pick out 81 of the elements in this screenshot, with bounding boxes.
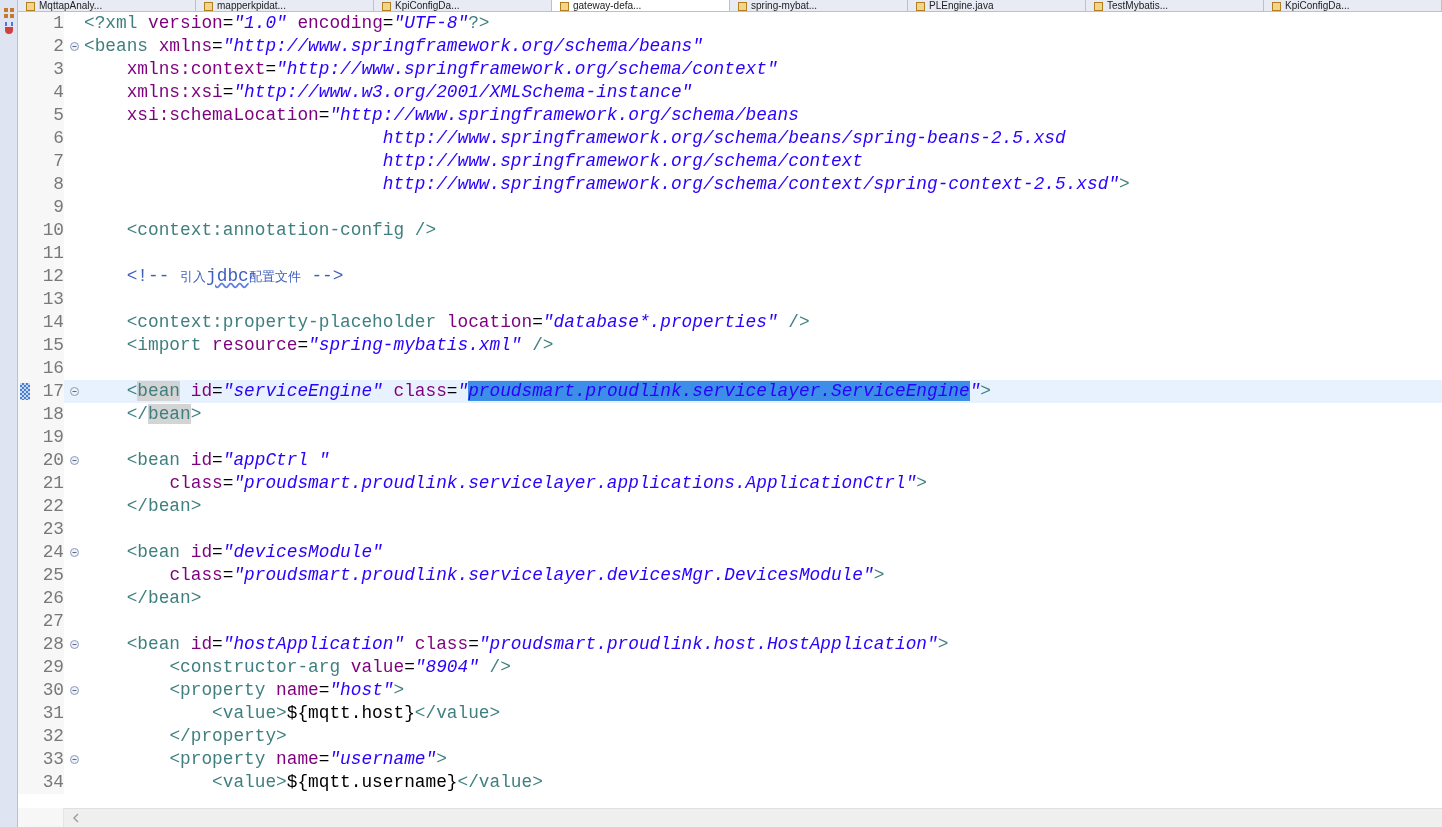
line-number: 14 xyxy=(42,311,64,334)
line-number: 29 xyxy=(42,656,64,679)
file-icon xyxy=(26,1,35,11)
line-number: 20 xyxy=(42,449,64,472)
file-icon xyxy=(204,1,213,11)
line-number: 32 xyxy=(42,725,64,748)
line-number: 27 xyxy=(42,610,64,633)
line-number: 18 xyxy=(42,403,64,426)
code-line: <context:property-placeholder location="database*.properties" /> xyxy=(125,311,810,334)
collapse-icon[interactable] xyxy=(69,456,79,465)
line-number: 16 xyxy=(42,357,64,380)
collapse-icon[interactable] xyxy=(69,640,79,649)
code-line: <!-- 引入jdbc配置文件 --> xyxy=(125,265,344,288)
line-number: 12 xyxy=(42,265,64,288)
code-line: </bean> xyxy=(125,403,202,426)
line-number: 21 xyxy=(42,472,64,495)
line-number: 19 xyxy=(42,426,64,449)
collapse-icon[interactable] xyxy=(69,755,79,764)
line-number: 22 xyxy=(42,495,64,518)
line-number: 31 xyxy=(42,702,64,725)
code-line: <bean id="hostApplication" class="proudsmart.proudlink.host.HostApplication"> xyxy=(125,633,949,656)
line-number: 11 xyxy=(42,242,64,265)
line-number: 24 xyxy=(42,541,64,564)
code-line: xmlns:xsi="http://www.w3.org/2001/XMLSchema-instance" xyxy=(125,81,693,104)
line-number: 7 xyxy=(53,150,64,173)
code-line: </bean> xyxy=(125,495,202,518)
collapse-icon[interactable] xyxy=(69,387,79,396)
line-number: 33 xyxy=(42,748,64,771)
code-line: <property name="host"> xyxy=(168,679,405,702)
line-number: 26 xyxy=(42,587,64,610)
line-number: 15 xyxy=(42,334,64,357)
line-number: 2 xyxy=(53,35,64,58)
code-line: <bean id="devicesModule" xyxy=(125,541,383,564)
file-icon xyxy=(1094,1,1103,11)
bookmark-marker[interactable] xyxy=(20,383,30,400)
collapse-icon[interactable] xyxy=(69,548,79,557)
line-number: 17 xyxy=(42,380,64,403)
code-line: <?xml version="1.0" encoding="UTF-8"?> xyxy=(84,12,490,35)
file-icon xyxy=(738,1,747,11)
collapse-icon[interactable] xyxy=(69,686,79,695)
line-number: 10 xyxy=(42,219,64,242)
code-line: class="proudsmart.proudlink.servicelayer.devicesMgr.DevicesModule"> xyxy=(168,564,885,587)
line-number: 30 xyxy=(42,679,64,702)
code-line: xsi:schemaLocation="http://www.springframework.org/schema/beans xyxy=(125,104,799,127)
plug-icon[interactable] xyxy=(3,22,14,34)
file-icon xyxy=(560,1,569,11)
file-icon xyxy=(916,1,925,11)
line-number: 13 xyxy=(42,288,64,311)
code-line: </bean> xyxy=(125,587,202,610)
editor-tab[interactable]: gateway-defa... xyxy=(552,0,730,11)
code-line: xmlns:context="http://www.springframework.org/schema/context" xyxy=(125,58,778,81)
grid-icon[interactable] xyxy=(3,8,14,18)
code-line: <value>${mqtt.host}</value> xyxy=(211,702,501,725)
code-line: http://www.springframework.org/schema/beans/spring-beans-2.5.xsd xyxy=(381,127,1066,150)
horizontal-scrollbar[interactable] xyxy=(64,808,1442,827)
line-number: 8 xyxy=(53,173,64,196)
code-line: <import resource="spring-mybatis.xml" /> xyxy=(125,334,554,357)
line-number: 9 xyxy=(53,196,64,219)
line-number: 23 xyxy=(42,518,64,541)
code-line: class="proudsmart.proudlink.servicelayer.applications.ApplicationCtrl"> xyxy=(168,472,927,495)
code-line: <value>${mqtt.username}</value> xyxy=(211,771,543,794)
code-line: <property name="username"> xyxy=(168,748,447,771)
collapse-icon[interactable] xyxy=(69,42,79,51)
line-number: 5 xyxy=(53,104,64,127)
code-line: <bean id="appCtrl " xyxy=(125,449,330,472)
line-number: 6 xyxy=(53,127,64,150)
file-icon xyxy=(382,1,391,11)
code-line: <constructor-arg value="8904" /> xyxy=(168,656,511,679)
code-line: <bean id="serviceEngine" class="proudsmart.proudlink.servicelayer.ServiceEngine"> xyxy=(125,380,992,403)
line-number: 25 xyxy=(42,564,64,587)
code-line: </property> xyxy=(168,725,287,748)
code-line: <context:annotation-config /> xyxy=(125,219,437,242)
code-line: http://www.springframework.org/schema/context xyxy=(381,150,863,173)
code-line: <beans xmlns="http://www.springframework.org/schema/beans" xyxy=(84,35,703,58)
line-number: 3 xyxy=(53,58,64,81)
line-number: 34 xyxy=(42,771,64,794)
line-number: 1 xyxy=(53,12,64,35)
file-icon xyxy=(1272,1,1281,11)
line-number: 28 xyxy=(42,633,64,656)
code-line: http://www.springframework.org/schema/context/spring-context-2.5.xsd"> xyxy=(381,173,1130,196)
line-number: 4 xyxy=(53,81,64,104)
